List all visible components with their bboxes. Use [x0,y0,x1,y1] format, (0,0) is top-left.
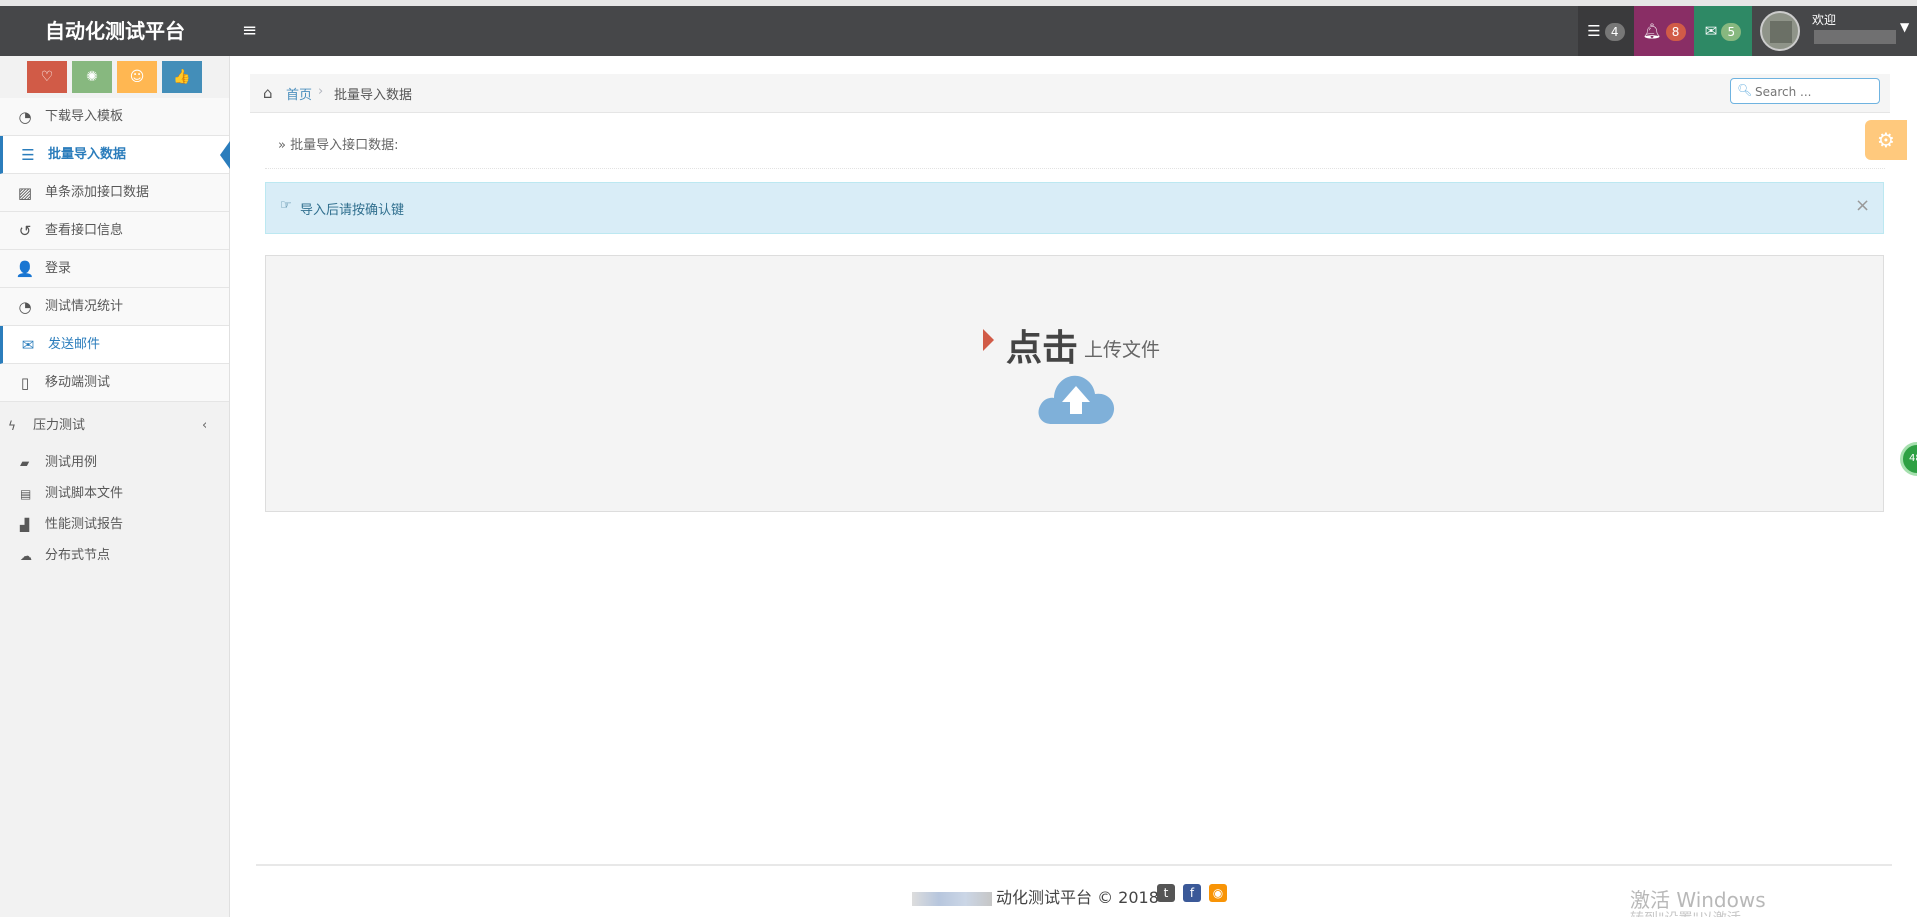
info-alert: ☞ 导入后请按确认键 × [265,182,1884,234]
upload-dropzone[interactable]: 点击 上传文件 [265,255,1884,512]
upload-click-text: 点击 [1006,328,1079,369]
sidebar-group-stress-test[interactable]: ϟ 压力测试 ‹ [0,408,229,444]
notifications-button[interactable]: 🔔︎ 8 [1634,6,1694,56]
upload-file-text: 上传文件 [1084,339,1161,361]
tasks-icon: ☰ [1587,22,1601,40]
spinner-icon[interactable]: ✺ [72,61,112,93]
footer: 动化测试平台 © 2018 [912,884,1159,908]
sidebar-item-mobile-test[interactable]: ▯ 移动端测试 [0,364,229,402]
sidebar-item-view-interfaces[interactable]: ↺ 查看接口信息 [0,212,229,250]
twitter-icon[interactable]: t [1157,884,1175,902]
sidebar-subitem-test-cases[interactable]: ▰ 测试用例 [0,448,229,478]
chevron-left-icon: ‹ [202,418,208,433]
sidebar-subitem-label: 性能测试报告 [45,517,124,532]
sidebar-subitem-distributed-nodes[interactable]: ☁ 分布式节点 [0,541,229,571]
breadcrumb-separator: › [318,84,324,99]
cloud-icon: ☁ [20,549,32,563]
avatar [1760,11,1800,51]
picture-icon: ▨ [17,184,33,202]
alert-text: 导入后请按确认键 [300,203,405,218]
envelope-icon: ✉ [1704,22,1718,40]
search-box[interactable]: 🔍︎ [1730,78,1880,104]
file-icon: ▤ [20,487,32,501]
page-header: » 批量导入接口数据: [265,120,1885,169]
sidebar-item-label: 发送邮件 [48,337,101,352]
thumbs-up-icon[interactable]: 👍 [162,61,202,93]
user-plus-icon: 👤 [15,260,35,278]
sidebar-item-label: 批量导入数据 [48,147,127,162]
footer-divider [256,864,1892,866]
breadcrumb-home-link[interactable]: 首页 [286,84,312,103]
messages-button[interactable]: ✉ 5 [1694,6,1752,56]
footer-text: 动化测试平台 © 2018 [996,888,1159,907]
sidebar-item-label: 查看接口信息 [45,223,124,238]
close-icon[interactable]: × [1855,195,1870,216]
sidebar-item-add-single[interactable]: ▨ 单条添加接口数据 [0,174,229,212]
sidebar-item-label: 登录 [45,261,72,276]
breadcrumb: ⌂ 首页 › 批量导入数据 🔍︎ [250,74,1890,113]
heart-icon[interactable]: ♡ [27,61,67,93]
home-icon: ⌂ [263,84,273,102]
search-input[interactable] [1753,82,1877,102]
list-icon: ☰ [21,146,35,164]
windows-activation-hint: 转到"设置"以激活 Windows。 [1630,908,1790,917]
floating-widget-icon[interactable]: 48 [1900,442,1917,476]
welcome-text: 欢迎 [1812,13,1837,27]
sidebar-subitem-perf-report[interactable]: ▟ 性能测试报告 [0,510,229,540]
history-icon: ↺ [18,222,32,240]
blurred-text [912,891,992,906]
sidebar-item-send-mail[interactable]: ✉ 发送邮件 [0,326,229,364]
sidebar-subitem-label: 测试用例 [45,455,98,470]
caret-right-icon [983,329,994,351]
sidebar-item-label: 下载导入模板 [45,109,124,124]
tasks-badge: 4 [1604,22,1625,41]
sidebar-group-label: 压力测试 [33,418,86,433]
caret-down-icon: ▼ [1900,20,1910,34]
sidebar-subitem-script-files[interactable]: ▤ 测试脚本文件 [0,479,229,509]
cloud-upload-icon [1038,375,1115,424]
username-blurred [1814,30,1896,44]
sidebar-item-download-template[interactable]: ◔ 下载导入模板 [0,98,229,136]
tasks-button[interactable]: ☰ 4 [1578,6,1634,56]
sidebar-subitem-label: 测试脚本文件 [45,486,124,501]
sidebar-item-batch-import[interactable]: ☰ 批量导入数据 [0,136,230,174]
area-chart-icon: ▟ [20,518,30,532]
envelope-icon: ✉ [21,336,35,354]
sidebar-item-login[interactable]: 👤 登录 [0,250,229,288]
smile-icon[interactable]: ☺ [117,61,157,93]
page-title: » 批量导入接口数据: [278,138,399,153]
hand-point-icon: ☞ [280,198,292,213]
user-menu[interactable]: 欢迎 ▼ [1752,6,1917,56]
pie-chart-icon: ◔ [18,298,32,316]
sidebar: ♡ ✺ ☺ 👍 ◔ 下载导入模板 ☰ 批量导入数据 ▨ 单条添加接口数据 ↺ 查… [0,56,230,917]
sidebar-subitem-label: 分布式节点 [45,548,111,563]
sidebar-item-statistics[interactable]: ◔ 测试情况统计 [0,288,229,326]
sidebar-item-label: 测试情况统计 [45,299,124,314]
breadcrumb-current: 批量导入数据 [334,88,413,103]
briefcase-icon: ▰ [20,456,30,470]
facebook-icon[interactable]: f [1183,884,1201,902]
navbar: 自动化测试平台 ≡ ☰ 4 🔔︎ 8 ✉ 5 欢迎 ▼ [0,6,1917,56]
sidebar-item-label: 移动端测试 [45,375,111,390]
pie-chart-icon: ◔ [18,108,32,126]
bell-icon: 🔔︎ [1642,22,1662,40]
rss-icon[interactable]: ◉ [1209,884,1227,902]
search-icon: 🔍︎ [1737,83,1753,97]
menu-toggle-icon[interactable]: ≡ [242,6,257,56]
messages-badge: 5 [1721,22,1742,41]
mobile-icon: ▯ [20,374,30,392]
sidebar-item-label: 单条添加接口数据 [45,185,150,200]
notifications-badge: 8 [1665,22,1686,41]
app-title: 自动化测试平台 [45,19,185,43]
bolt-icon: ϟ [8,419,16,433]
